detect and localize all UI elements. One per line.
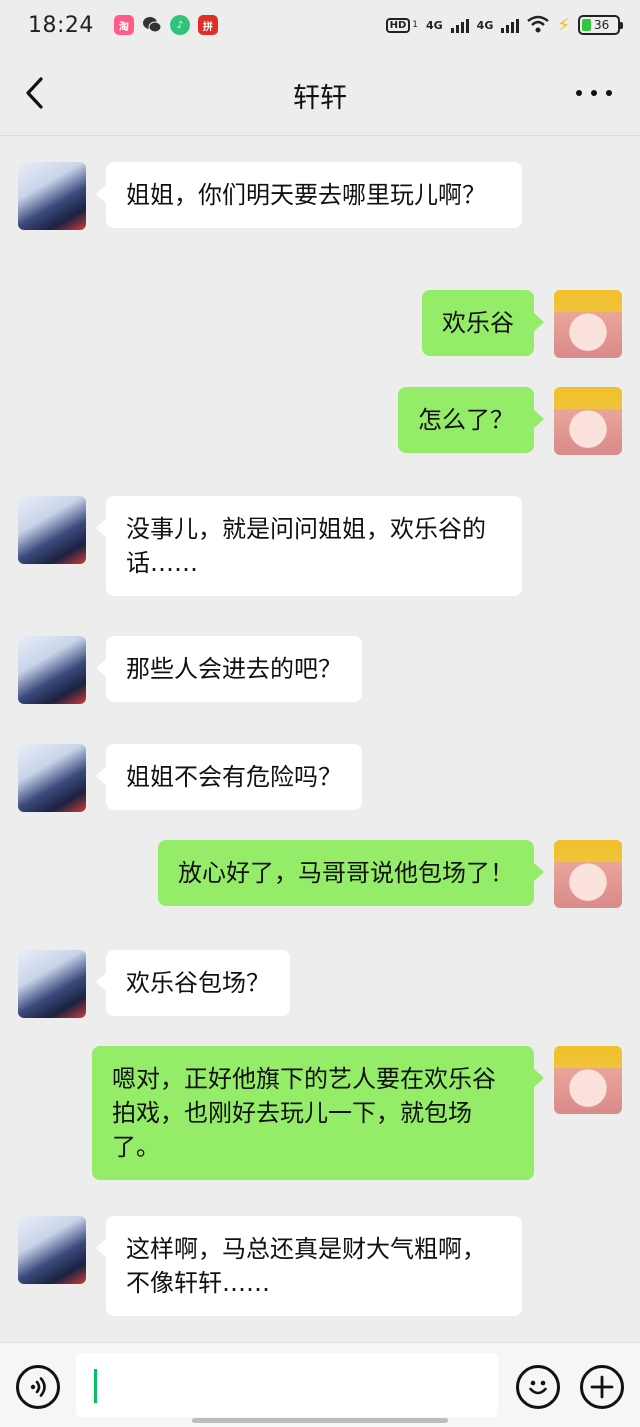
- message-bubble[interactable]: 姐姐不会有危险吗？: [96, 744, 362, 810]
- qq-music-icon: ♪: [169, 15, 190, 35]
- message-bubble[interactable]: 欢乐谷: [422, 290, 544, 356]
- message-row: 那些人会进去的吧？: [0, 636, 640, 704]
- message-row: 欢乐谷包场？: [0, 950, 640, 1018]
- message-bubble[interactable]: 姐姐，你们明天要去哪里玩儿啊？: [96, 162, 522, 228]
- more-dot-icon: [576, 90, 582, 96]
- hd-icon: HD: [385, 17, 411, 33]
- wechat-icon: [142, 15, 162, 35]
- contact-avatar[interactable]: [18, 636, 86, 704]
- taobao-icon: 淘: [113, 15, 134, 35]
- message-row: 欢乐谷: [0, 290, 640, 358]
- charging-icon: ⚡: [557, 14, 570, 36]
- message-row: 这样啊，马总还真是财大气粗啊，不像轩轩……: [0, 1216, 640, 1318]
- message-row: 嗯对，正好他旗下的艺人要在欢乐谷拍戏，也刚好去玩儿一下，就包场了。: [0, 1046, 640, 1180]
- user-avatar[interactable]: [554, 840, 622, 908]
- contact-avatar[interactable]: [18, 496, 86, 564]
- message-row: 放心好了，马哥哥说他包场了！: [0, 840, 640, 908]
- plus-button[interactable]: [580, 1365, 624, 1409]
- pinduoduo-icon: 拼: [197, 15, 218, 35]
- emoji-button[interactable]: [516, 1365, 560, 1409]
- battery-icon: 36: [578, 15, 623, 35]
- message-input[interactable]: [76, 1353, 498, 1417]
- more-dot-icon: [606, 90, 612, 96]
- contact-avatar[interactable]: [18, 1216, 86, 1284]
- user-avatar[interactable]: [554, 1046, 622, 1114]
- chat-title: 轩轩: [293, 83, 347, 114]
- network-label-2: 4G: [476, 18, 494, 32]
- voice-icon: [30, 1377, 46, 1397]
- contact-avatar[interactable]: [18, 950, 86, 1018]
- message-bubble[interactable]: 欢乐谷包场？: [96, 950, 290, 1016]
- user-avatar[interactable]: [554, 387, 622, 455]
- emoji-icon: [529, 1380, 547, 1395]
- home-indicator[interactable]: [192, 1418, 448, 1423]
- network-label-1: 4G: [425, 18, 443, 32]
- status-bar: 18:24 淘 ♪ 拼 HD 1 4G 4G ⚡ 36: [0, 0, 640, 50]
- chat-header: 轩轩: [0, 50, 640, 136]
- input-bar: [0, 1342, 640, 1427]
- signal-icon-2: [501, 17, 520, 33]
- message-row: 姐姐，你们明天要去哪里玩儿啊？: [0, 162, 640, 264]
- message-bubble[interactable]: 没事儿，就是问问姐姐，欢乐谷的话……: [96, 496, 522, 596]
- signal-icon-1: [450, 17, 469, 33]
- message-bubble[interactable]: 放心好了，马哥哥说他包场了！: [158, 840, 544, 906]
- contact-avatar[interactable]: [18, 162, 86, 230]
- voice-button[interactable]: [16, 1365, 60, 1409]
- message-bubble[interactable]: 嗯对，正好他旗下的艺人要在欢乐谷拍戏，也刚好去玩儿一下，就包场了。: [92, 1046, 544, 1180]
- message-bubble[interactable]: 那些人会进去的吧？: [96, 636, 362, 702]
- status-time: 18:24: [28, 12, 94, 38]
- hd-sim-label: 1: [412, 20, 418, 30]
- message-row: 怎么了？: [0, 387, 640, 455]
- message-bubble[interactable]: 怎么了？: [398, 387, 544, 453]
- wifi-icon: [527, 15, 550, 36]
- text-caret: [94, 1369, 97, 1403]
- message-row: 没事儿，就是问问姐姐，欢乐谷的话……: [0, 496, 640, 598]
- plus-icon: [590, 1375, 614, 1399]
- battery-level: 36: [594, 18, 610, 32]
- contact-avatar[interactable]: [18, 744, 86, 812]
- message-row: 姐姐不会有危险吗？: [0, 744, 640, 812]
- more-options-button[interactable]: [576, 80, 612, 106]
- user-avatar[interactable]: [554, 290, 622, 358]
- more-dot-icon: [591, 90, 597, 96]
- message-bubble[interactable]: 这样啊，马总还真是财大气粗啊，不像轩轩……: [96, 1216, 522, 1316]
